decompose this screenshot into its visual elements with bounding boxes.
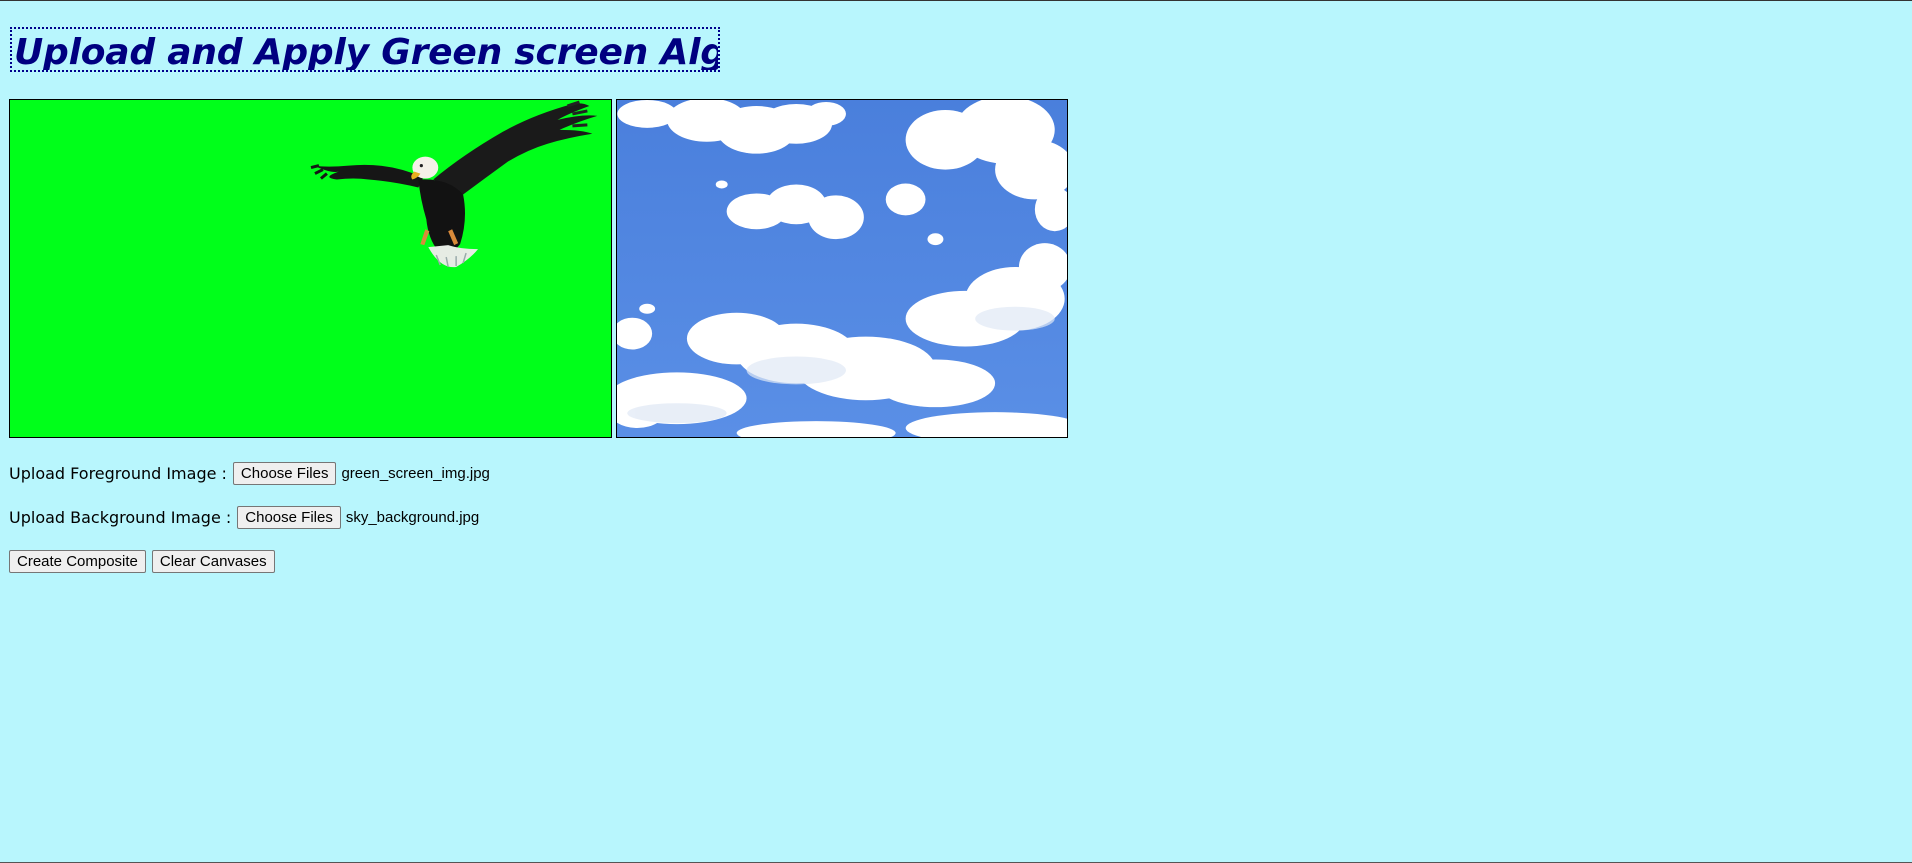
background-canvas: [616, 99, 1068, 438]
action-buttons-row: Create Composite Clear Canvases: [9, 549, 275, 573]
sky-clouds-image: [617, 100, 1067, 437]
create-composite-button[interactable]: Create Composite: [9, 549, 146, 573]
foreground-choose-files-button[interactable]: Choose Files: [232, 461, 337, 485]
background-upload-row: Upload Background Image : Choose Files s…: [9, 505, 479, 529]
background-choose-files-button[interactable]: Choose Files: [237, 505, 341, 529]
page-title: Upload and Apply Green screen Algorithm: [10, 27, 720, 72]
background-file-name: sky_background.jpg: [345, 508, 480, 526]
background-upload-label: Upload Background Image :: [9, 507, 232, 527]
foreground-upload-row: Upload Foreground Image : Choose Files g…: [9, 461, 490, 485]
foreground-canvas: [9, 99, 612, 438]
clear-canvases-button[interactable]: Clear Canvases: [151, 549, 275, 573]
eagle-image: [10, 100, 611, 437]
foreground-file-name: green_screen_img.jpg: [341, 464, 490, 482]
foreground-upload-label: Upload Foreground Image :: [9, 463, 227, 483]
